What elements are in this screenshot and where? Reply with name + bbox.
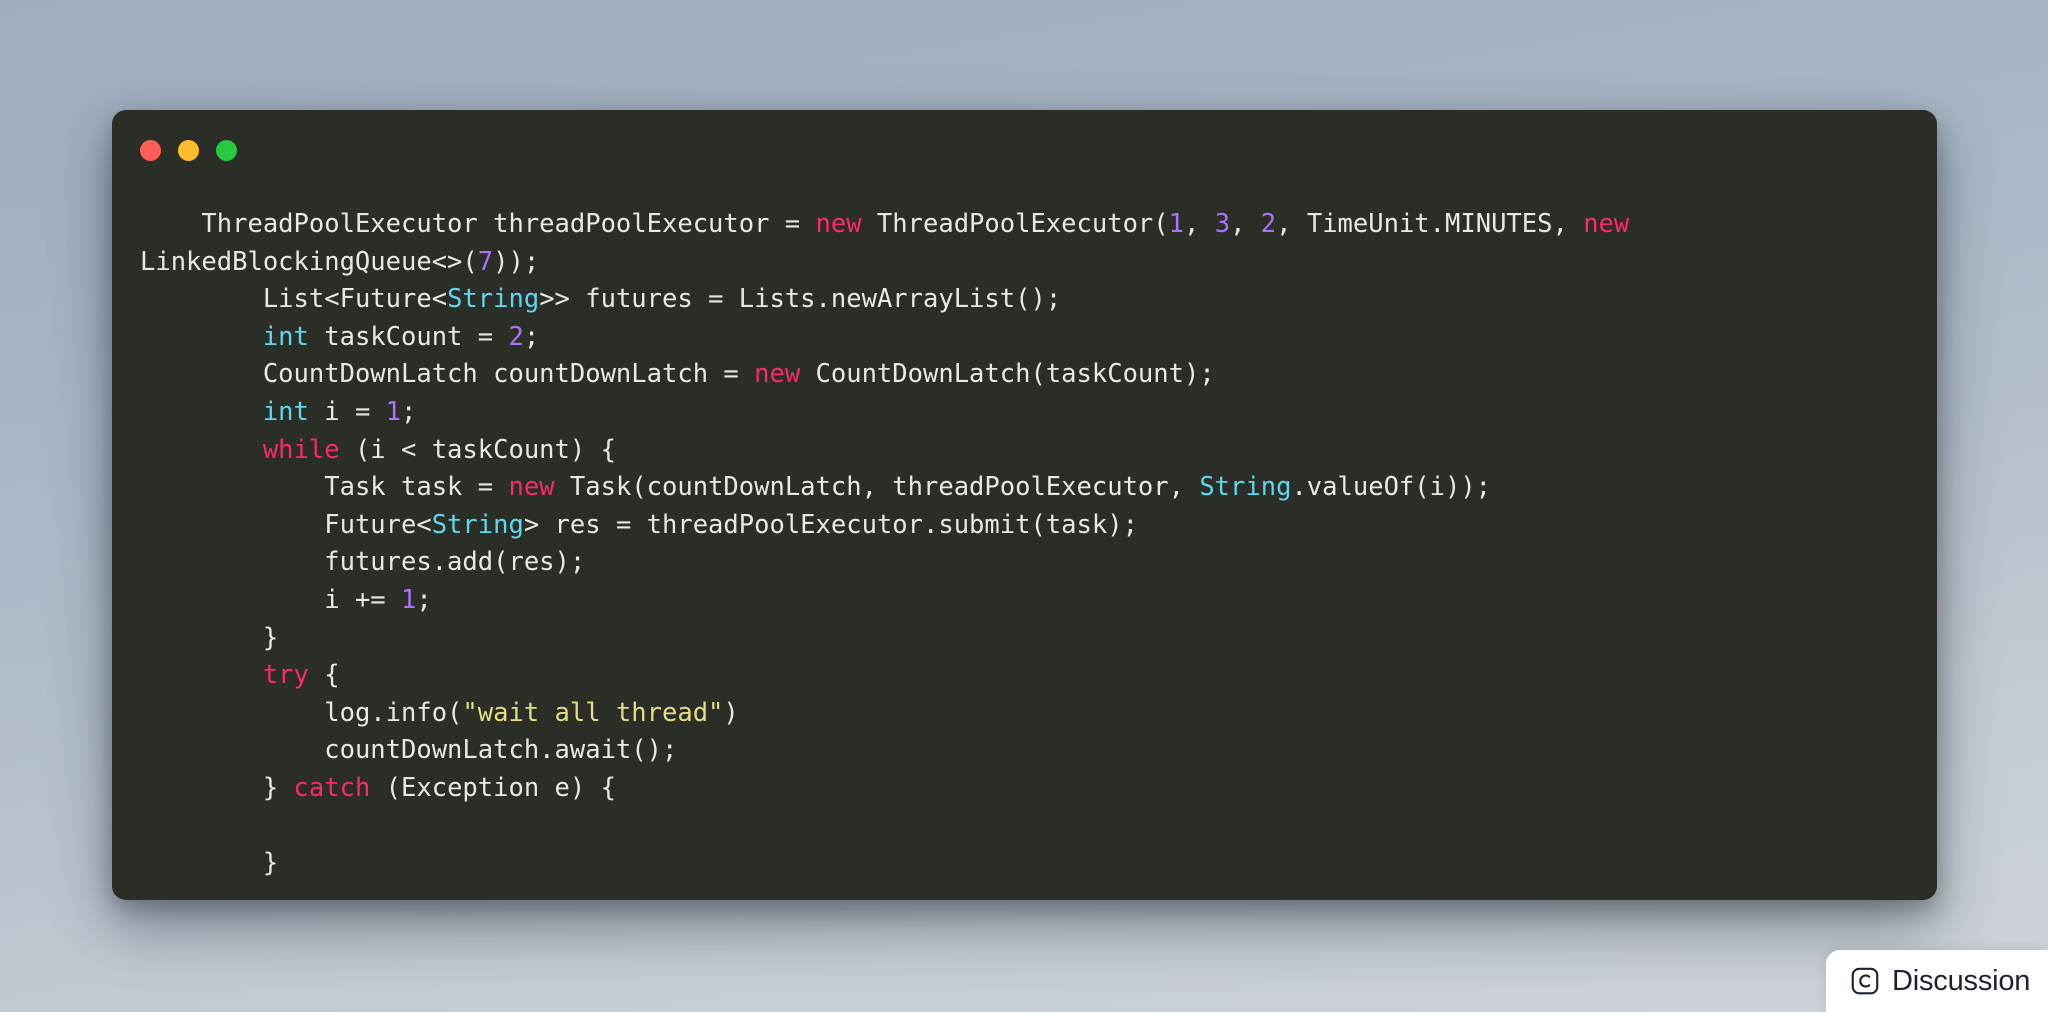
window-titlebar (112, 110, 1937, 188)
close-window-button[interactable] (140, 140, 161, 161)
code-window: ThreadPoolExecutor threadPoolExecutor = … (112, 110, 1937, 900)
code-block: ThreadPoolExecutor threadPoolExecutor = … (140, 209, 1645, 879)
minimize-window-button[interactable] (178, 140, 199, 161)
circled-c-icon (1850, 966, 1880, 996)
traffic-lights (140, 140, 237, 161)
maximize-window-button[interactable] (216, 140, 237, 161)
code-editor-area[interactable]: ThreadPoolExecutor threadPoolExecutor = … (112, 188, 1937, 900)
discussion-label: Discussion (1892, 964, 2031, 997)
discussion-badge[interactable]: Discussion (1826, 950, 2048, 1012)
